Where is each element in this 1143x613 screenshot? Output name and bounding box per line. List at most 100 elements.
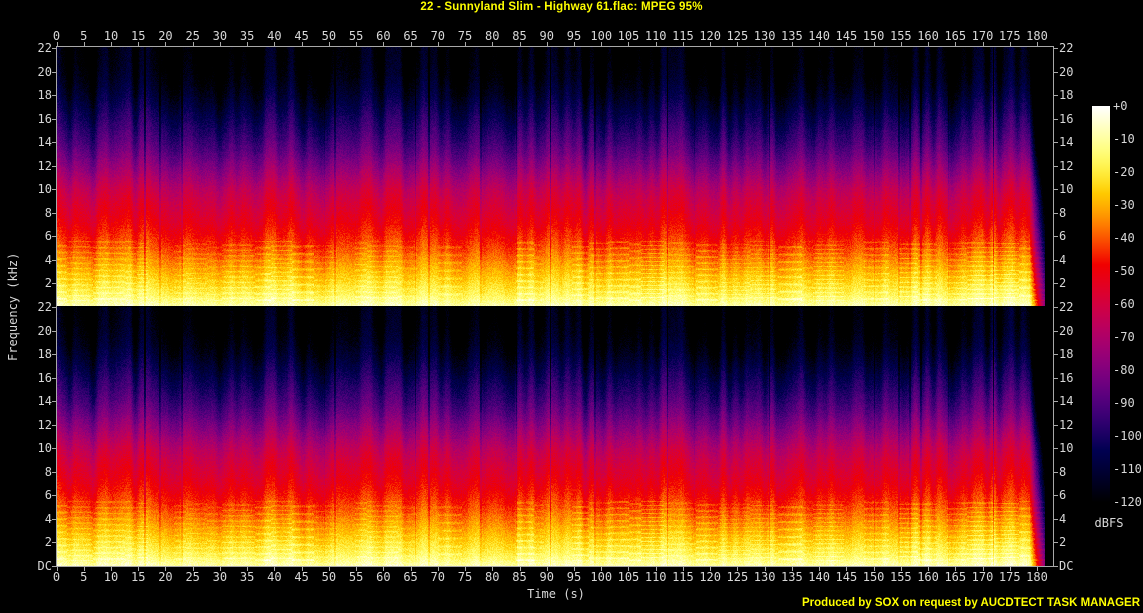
freq-tick-label-left: 22: [37, 300, 52, 314]
freq-tick-mark-left: [52, 330, 56, 332]
freq-tick-mark-left: [52, 401, 56, 402]
time-tick-label-bottom: 65: [403, 570, 418, 584]
time-tick-mark-bottom: [1037, 567, 1038, 571]
time-tick-label-bottom: 35: [239, 570, 255, 584]
freq-tick-mark-right: [1054, 142, 1058, 143]
freq-tick-label-right: 6: [1059, 229, 1067, 243]
time-tick-label-top: 5: [80, 29, 88, 43]
freq-tick-mark-right: [1054, 565, 1058, 567]
time-tick-label-bottom: 105: [617, 570, 640, 584]
freq-tick-label-left: 20: [37, 323, 52, 338]
freq-tick-label-right: 16: [1059, 370, 1074, 385]
time-tick-label-top: 40: [267, 29, 282, 43]
time-tick-label-top: 175: [998, 29, 1021, 43]
time-tick-mark-top: [465, 42, 467, 46]
freq-tick-mark-right: [1054, 448, 1058, 449]
freq-tick-mark-right: [1054, 236, 1058, 237]
sox-spectrogram-image: 22 - Sunnyland Slim - Highway 61.flac: M…: [0, 0, 1143, 613]
time-tick-mark-bottom: [982, 567, 984, 571]
freq-tick-label-left: 6: [44, 488, 52, 502]
time-tick-label-bottom: 50: [321, 570, 337, 584]
time-tick-mark-top: [110, 42, 112, 46]
time-tick-label-bottom: 15: [130, 570, 146, 584]
freq-tick-label-right: 16: [1059, 111, 1074, 126]
time-tick-mark-bottom: [928, 567, 930, 571]
freq-tick-mark-right: [1054, 48, 1058, 49]
time-tick-mark-top: [328, 42, 330, 46]
freq-tick-mark-right: [1054, 542, 1058, 543]
dbfs-colorbar: [1092, 106, 1110, 503]
dbfs-tick-label: -90: [1113, 396, 1135, 410]
time-tick-label-top: 85: [512, 29, 527, 43]
freq-tick-mark-left: [52, 48, 56, 49]
time-tick-mark-top: [900, 42, 902, 46]
time-tick-label-bottom: 55: [348, 570, 364, 584]
freq-tick-mark-left: [52, 542, 56, 543]
time-tick-mark-top: [165, 42, 167, 46]
time-tick-mark-bottom: [83, 567, 85, 571]
time-tick-label-top: 130: [753, 29, 776, 43]
time-tick-label-bottom: 150: [862, 570, 885, 584]
freq-tick-label-left: 16: [37, 111, 52, 126]
freq-tick-mark-right: [1054, 495, 1058, 496]
time-tick-label-bottom: 125: [726, 570, 749, 584]
time-tick-label-top: 95: [566, 29, 582, 43]
dbfs-tick-label: -110: [1113, 462, 1142, 476]
time-tick-mark-top: [573, 42, 575, 46]
time-tick-mark-bottom: [356, 567, 358, 571]
time-tick-mark-bottom: [846, 567, 848, 571]
time-tick-label-top: 30: [212, 29, 228, 43]
time-tick-label-top: 70: [430, 29, 446, 43]
dbfs-tick-label: -30: [1113, 198, 1135, 212]
time-tick-label-top: 15: [130, 29, 146, 43]
time-tick-mark-bottom: [955, 567, 957, 571]
time-tick-mark-top: [410, 42, 412, 46]
freq-tick-label-left: 12: [37, 158, 52, 173]
freq-tick-mark-left: [52, 471, 56, 473]
time-tick-mark-top: [764, 42, 766, 46]
time-tick-label-bottom: 165: [944, 570, 967, 584]
freq-tick-label-right: 10: [1059, 441, 1074, 455]
freq-tick-label-left: 12: [37, 417, 52, 432]
freq-tick-label-right: 14: [1059, 394, 1074, 408]
time-tick-label-top: 100: [590, 29, 613, 43]
dbfs-tick-label: -20: [1113, 165, 1135, 179]
time-tick-mark-bottom: [519, 567, 521, 571]
time-tick-mark-top: [301, 42, 303, 46]
freq-tick-mark-left: [52, 259, 56, 261]
freq-tick-label-left: 4: [44, 252, 52, 267]
time-tick-label-top: 125: [726, 29, 749, 43]
time-tick-mark-top: [519, 42, 521, 46]
plot-frame-bottom: [56, 566, 1054, 567]
time-tick-mark-bottom: [764, 567, 766, 571]
time-tick-mark-top: [546, 42, 548, 46]
time-tick-mark-bottom: [383, 567, 385, 571]
time-tick-mark-bottom: [655, 567, 657, 571]
freq-tick-mark-left: [52, 71, 56, 73]
time-tick-mark-top: [56, 42, 58, 46]
time-tick-label-top: 80: [485, 29, 500, 43]
time-tick-mark-top: [682, 42, 684, 46]
time-tick-mark-top: [1009, 42, 1011, 46]
freq-tick-mark-left: [52, 424, 56, 426]
time-tick-label-bottom: 135: [781, 570, 803, 584]
time-tick-label-bottom: 85: [512, 570, 527, 584]
freq-tick-label-left: DC: [37, 558, 52, 573]
freq-tick-label-left: 18: [37, 88, 52, 102]
freq-tick-mark-right: [1054, 118, 1058, 120]
time-tick-label-top: 120: [699, 29, 721, 43]
freq-tick-label-left: 2: [44, 276, 52, 290]
freq-tick-mark-right: [1054, 377, 1058, 379]
time-tick-label-top: 145: [835, 29, 858, 43]
time-tick-label-top: 35: [239, 29, 255, 43]
time-tick-mark-bottom: [573, 567, 575, 571]
freq-tick-label-right: 2: [1059, 535, 1067, 549]
time-tick-label-bottom: 115: [672, 570, 694, 584]
freq-tick-label-right: 10: [1059, 182, 1074, 196]
time-tick-mark-bottom: [628, 567, 630, 571]
time-tick-label-top: 25: [185, 29, 200, 43]
time-tick-mark-top: [819, 42, 821, 46]
time-tick-label-bottom: 45: [294, 570, 309, 584]
time-tick-mark-bottom: [247, 567, 249, 571]
freq-tick-label-left: 20: [37, 64, 52, 79]
